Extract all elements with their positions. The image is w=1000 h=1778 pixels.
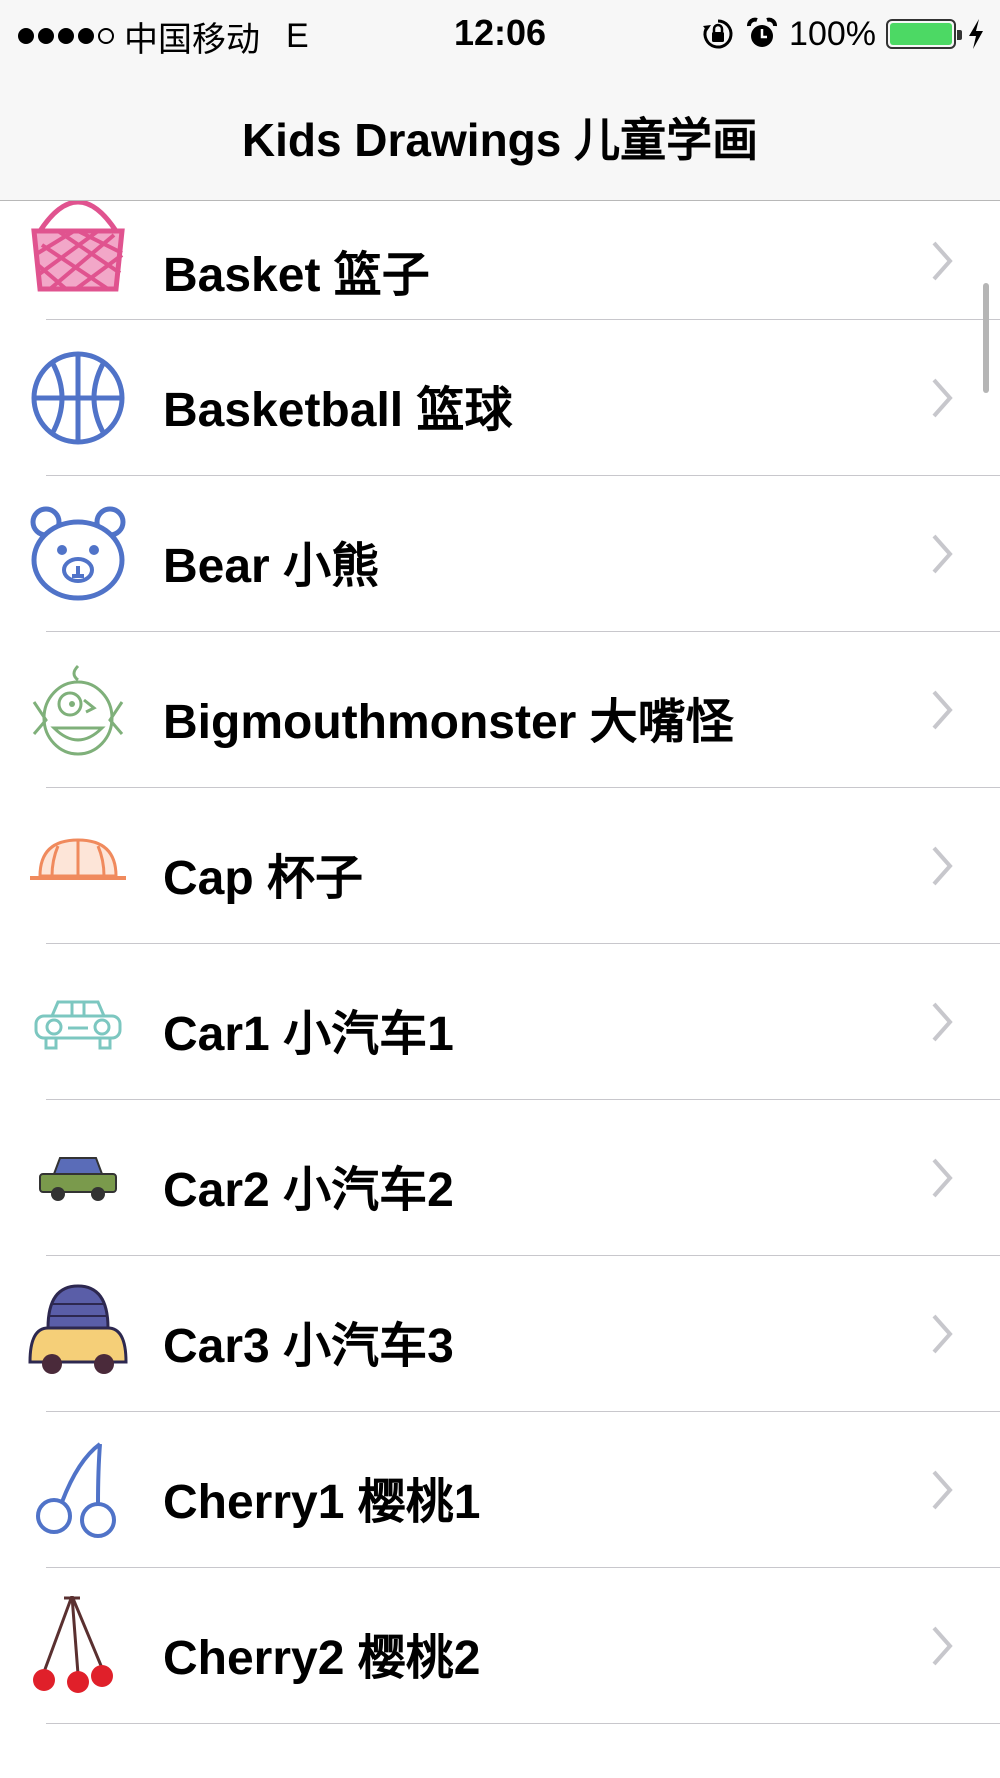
bear-icon (30, 506, 126, 601)
scroll-indicator[interactable] (983, 283, 989, 393)
battery-level (890, 23, 952, 45)
charging-bolt-icon (969, 19, 983, 49)
list-item-label: Cap 杯子 (163, 852, 364, 905)
chevron-right-icon (932, 378, 953, 418)
list-item-label: Bear 小熊 (163, 540, 380, 593)
chevron-right-icon (932, 846, 953, 886)
chevron-right-icon (932, 690, 953, 730)
list-item-car3[interactable]: Car3 小汽车3 (0, 1256, 1000, 1412)
chevron-right-icon (932, 1626, 953, 1666)
list-item-car1[interactable]: Car1 小汽车1 (0, 944, 1000, 1100)
list-item-label: Basket 篮子 (163, 249, 430, 302)
basketball-icon (31, 351, 125, 445)
list-item-label: Car1 小汽车1 (163, 1008, 454, 1061)
navigation-bar: Kids Drawings 儿童学画 (0, 70, 1000, 201)
list-item-basket[interactable]: Basket 篮子 (0, 201, 1000, 320)
cap-icon (30, 838, 126, 880)
list-item-bigmouthmonster[interactable]: Bigmouthmonster 大嘴怪 (0, 632, 1000, 788)
chevron-right-icon (932, 534, 953, 574)
list-item-label: Cherry1 樱桃1 (163, 1476, 481, 1529)
rotation-lock-icon (703, 19, 733, 49)
monster-icon (32, 664, 124, 756)
cherry1-icon (36, 1442, 116, 1538)
chevron-right-icon (932, 1470, 953, 1510)
list-item-label: Car3 小汽车3 (163, 1320, 454, 1373)
list-item-bear[interactable]: Bear 小熊 (0, 476, 1000, 632)
chevron-right-icon (932, 1314, 953, 1354)
list-item-cap[interactable]: Cap 杯子 (0, 788, 1000, 944)
car2-icon (39, 1157, 117, 1201)
chevron-right-icon (932, 1158, 953, 1198)
drawings-list[interactable]: Basket 篮子 Basketball 篮球 Bear 小熊 Bigmouth… (0, 201, 1000, 1724)
list-item-car2[interactable]: Car2 小汽车2 (0, 1100, 1000, 1256)
chevron-right-icon (932, 1002, 953, 1042)
battery-icon (886, 19, 962, 49)
page-title: Kids Drawings 儿童学画 (241, 114, 759, 166)
list-item-label: Car2 小汽车2 (163, 1164, 454, 1217)
car3-icon (28, 1284, 128, 1374)
car1-icon (34, 1000, 122, 1050)
cherry2-icon (33, 1596, 113, 1693)
basket-icon (31, 201, 125, 292)
battery-percent: 100% (789, 14, 876, 53)
list-item-cherry1[interactable]: Cherry1 樱桃1 (0, 1412, 1000, 1568)
status-bar: 中国移动 E 12:06 100% (0, 0, 1000, 70)
status-right: 100% (701, 12, 986, 56)
list-item-label: Cherry2 樱桃2 (163, 1632, 481, 1685)
list-item-cherry2[interactable]: Cherry2 樱桃2 (0, 1568, 1000, 1724)
row-separator (46, 1723, 1000, 1724)
alarm-icon (747, 17, 778, 47)
list-item-label: Bigmouthmonster 大嘴怪 (163, 696, 734, 749)
chevron-right-icon (932, 241, 953, 281)
list-item-basketball[interactable]: Basketball 篮球 (0, 320, 1000, 476)
list-item-label: Basketball 篮球 (163, 384, 513, 437)
